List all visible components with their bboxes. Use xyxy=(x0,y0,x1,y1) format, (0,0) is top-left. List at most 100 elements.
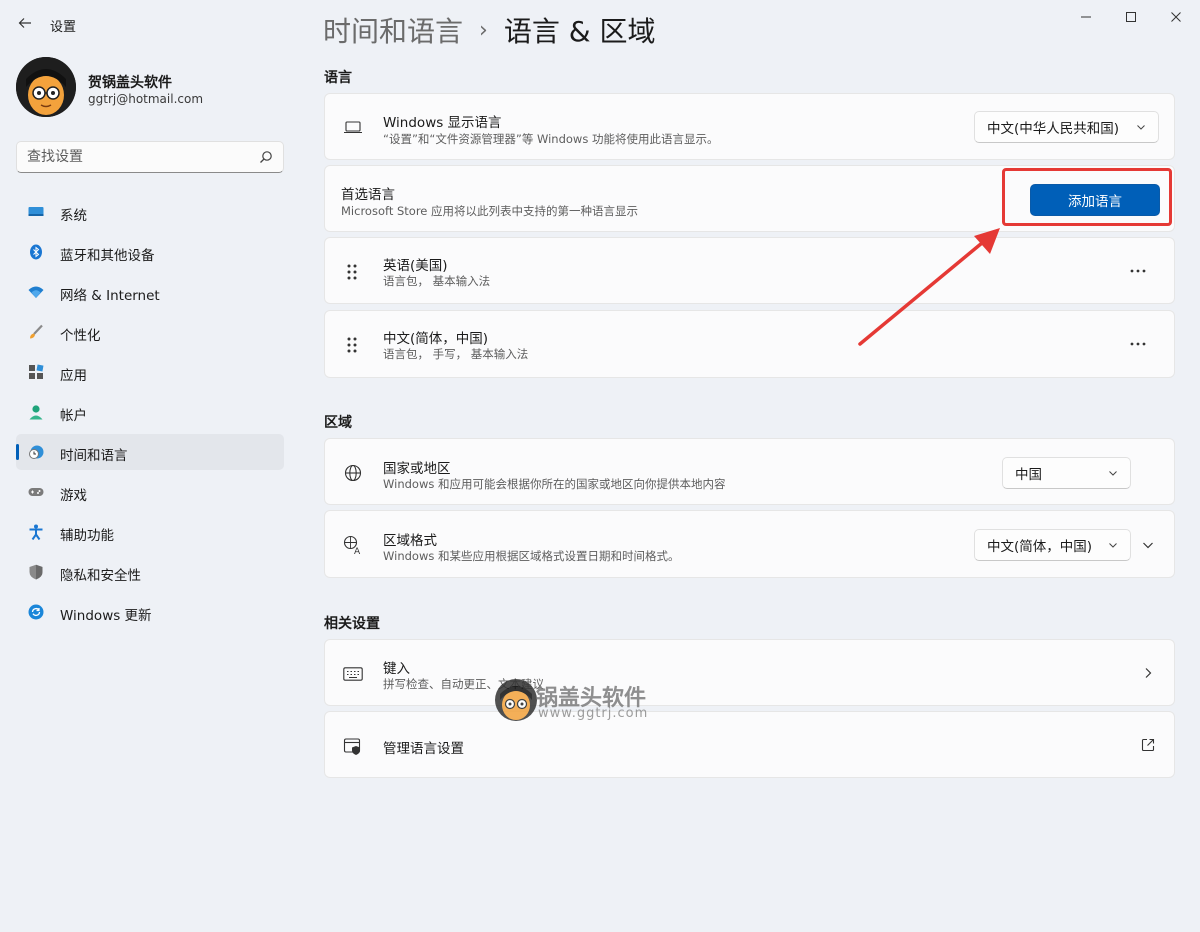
language-item-chinese[interactable]: 中文(简体，中国) 语言包， 手写， 基本输入法 xyxy=(324,310,1175,378)
sidebar-item-label: 隐私和安全性 xyxy=(60,568,141,584)
country-region-dropdown[interactable]: 中国 xyxy=(1002,457,1131,489)
language-item-english[interactable]: 英语(美国) 语言包， 基本输入法 xyxy=(324,237,1175,304)
language-item-desc: 语言包， 基本输入法 xyxy=(383,274,491,288)
globe-icon xyxy=(343,463,363,483)
expand-button[interactable] xyxy=(1138,535,1158,555)
back-button[interactable] xyxy=(12,10,38,36)
sidebar-item-label: 网络 & Internet xyxy=(60,288,160,304)
open-external-button[interactable] xyxy=(1138,735,1158,755)
country-region-title: 国家或地区 xyxy=(383,461,451,477)
search-icon[interactable] xyxy=(259,150,273,164)
breadcrumb-separator: › xyxy=(479,17,488,43)
country-region-desc: Windows 和应用可能会根据你所在的国家或地区向你提供本地内容 xyxy=(383,477,726,491)
chevron-right-icon xyxy=(1145,668,1152,678)
keyboard-icon xyxy=(343,664,363,684)
gamepad-icon xyxy=(28,484,44,500)
maximize-icon xyxy=(1126,12,1136,22)
sidebar-item-personalization[interactable]: 个性化 xyxy=(16,314,284,350)
country-region-card: 国家或地区 Windows 和应用可能会根据你所在的国家或地区向你提供本地内容 … xyxy=(324,438,1175,505)
sidebar-item-label: 帐户 xyxy=(60,408,87,424)
chevron-right-button[interactable] xyxy=(1138,663,1158,683)
sidebar-item-accessibility[interactable]: 辅助功能 xyxy=(16,514,284,550)
sidebar-item-label: Windows 更新 xyxy=(60,608,152,624)
sidebar-item-label: 蓝牙和其他设备 xyxy=(60,248,155,264)
apps-icon xyxy=(28,364,44,380)
breadcrumb-parent[interactable]: 时间和语言 xyxy=(323,10,463,50)
regional-format-card[interactable]: A 区域格式 Windows 和某些应用根据区域格式设置日期和时间格式。 中文(… xyxy=(324,510,1175,578)
close-button[interactable] xyxy=(1156,4,1196,30)
more-options-button[interactable] xyxy=(1128,261,1148,281)
page-title: 语言 & 区域 xyxy=(503,15,656,48)
display-language-desc: “设置”和“文件资源管理器”等 Windows 功能将使用此语言显示。 xyxy=(383,132,719,146)
sidebar-item-label: 辅助功能 xyxy=(60,528,114,544)
language-item-title: 中文(简体，中国) xyxy=(383,331,489,347)
display-language-card: Windows 显示语言 “设置”和“文件资源管理器”等 Windows 功能将… xyxy=(324,93,1175,160)
admin-settings-icon xyxy=(343,736,363,756)
more-options-button[interactable] xyxy=(1128,334,1148,354)
sidebar-item-label: 应用 xyxy=(60,368,87,384)
admin-language-card[interactable]: 管理语言设置 xyxy=(324,711,1175,778)
chevron-down-icon xyxy=(1137,125,1145,130)
regional-format-icon: A xyxy=(343,535,363,555)
drag-handle-icon[interactable] xyxy=(345,263,359,281)
close-icon xyxy=(1171,12,1181,22)
accessibility-icon xyxy=(28,524,44,540)
update-icon xyxy=(28,604,44,620)
account-icon xyxy=(28,404,44,420)
display-language-title: Windows 显示语言 xyxy=(383,115,502,131)
open-external-icon xyxy=(1141,738,1155,752)
regional-format-dropdown[interactable]: 中文(简体，中国) xyxy=(974,529,1131,561)
watermark-logo-icon xyxy=(495,679,537,721)
laptop-icon xyxy=(343,117,363,137)
language-item-desc: 语言包， 手写， 基本输入法 xyxy=(383,347,529,361)
sidebar-item-bluetooth[interactable]: 蓝牙和其他设备 xyxy=(16,234,284,270)
search-box[interactable] xyxy=(16,141,284,173)
preferred-language-desc: Microsoft Store 应用将以此列表中支持的第一种语言显示 xyxy=(341,204,639,218)
annotation-arrow-icon xyxy=(858,228,1000,346)
annotation-highlight-box xyxy=(1002,168,1172,226)
sidebar-item-apps[interactable]: 应用 xyxy=(16,354,284,390)
app-title: 设置 xyxy=(50,20,77,35)
dropdown-value: 中文(中华人民共和国) xyxy=(987,121,1120,137)
watermark-url: www.ggtrj.com xyxy=(538,706,649,721)
breadcrumb: 时间和语言 › 语言 & 区域 xyxy=(323,10,655,50)
back-arrow-icon xyxy=(18,18,31,28)
sidebar-item-label: 个性化 xyxy=(60,328,101,344)
minimize-icon xyxy=(1081,16,1091,18)
sidebar-item-accounts[interactable]: 帐户 xyxy=(16,394,284,430)
system-icon xyxy=(28,204,44,220)
chevron-down-icon xyxy=(1109,471,1117,476)
dropdown-value: 中国 xyxy=(1015,467,1042,483)
sidebar-item-gaming[interactable]: 游戏 xyxy=(16,474,284,510)
display-language-dropdown[interactable]: 中文(中华人民共和国) xyxy=(974,111,1159,143)
sidebar-item-label: 时间和语言 xyxy=(60,448,128,464)
sidebar-item-label: 系统 xyxy=(60,208,87,224)
settings-window: 设置 贺锅盖头软件 ggtrj@hotmail.com 查找设置 系统 蓝牙和其… xyxy=(0,0,1200,932)
section-title-related: 相关设置 xyxy=(324,616,380,632)
drag-handle-icon[interactable] xyxy=(345,336,359,354)
sidebar-item-network[interactable]: 网络 & Internet xyxy=(16,274,284,310)
sidebar-item-windows-update[interactable]: Windows 更新 xyxy=(16,594,284,630)
more-options-icon xyxy=(1130,342,1146,346)
search-input[interactable] xyxy=(17,142,247,172)
section-title-region: 区域 xyxy=(324,415,352,431)
section-title-language: 语言 xyxy=(324,70,352,86)
minimize-button[interactable] xyxy=(1066,4,1106,30)
profile-name: 贺锅盖头软件 xyxy=(88,75,172,91)
sidebar-item-time-language[interactable]: 时间和语言 xyxy=(16,434,284,470)
more-options-icon xyxy=(1130,269,1146,273)
sidebar-item-privacy[interactable]: 隐私和安全性 xyxy=(16,554,284,590)
sidebar-nav: 系统 蓝牙和其他设备 网络 & Internet 个性化 应用 帐户 时间和语言 xyxy=(16,194,284,634)
svg-text:A: A xyxy=(354,547,361,555)
sidebar-item-label: 游戏 xyxy=(60,488,87,504)
watermark: 锅盖头软件 www.ggtrj.com xyxy=(494,678,664,726)
time-language-icon xyxy=(28,444,44,460)
profile-email: ggtrj@hotmail.com xyxy=(88,92,204,106)
sidebar-item-system[interactable]: 系统 xyxy=(16,194,284,230)
typing-card[interactable]: 键入 拼写检查、自动更正、文本建议 xyxy=(324,639,1175,706)
maximize-button[interactable] xyxy=(1111,4,1151,30)
avatar[interactable] xyxy=(16,57,76,117)
regional-format-title: 区域格式 xyxy=(383,533,437,549)
preferred-language-title: 首选语言 xyxy=(341,187,395,203)
regional-format-desc: Windows 和某些应用根据区域格式设置日期和时间格式。 xyxy=(383,549,680,563)
